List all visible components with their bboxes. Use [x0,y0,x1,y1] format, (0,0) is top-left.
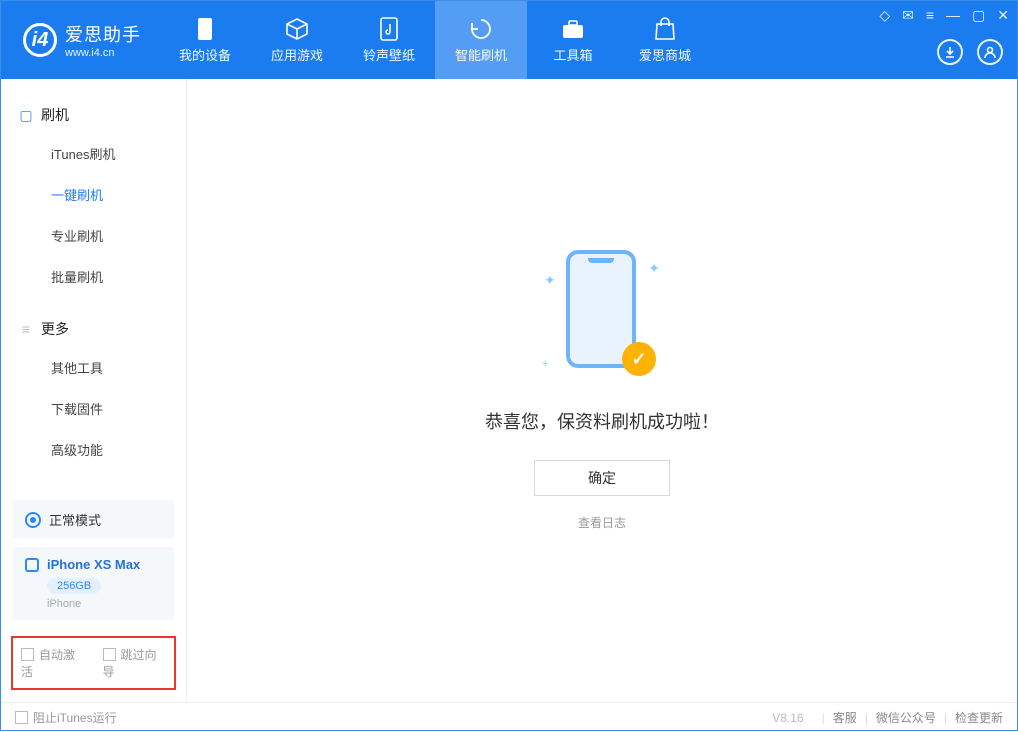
mode-label: 正常模式 [49,510,101,529]
app-title: 爱思助手 [65,21,141,47]
nav-label: 工具箱 [553,45,592,64]
device-icon: ▢ [19,108,33,122]
sparkle-icon: + [542,358,548,370]
app-logo: i4 爱思助手 www.i4.cn [1,1,159,79]
bag-icon [653,17,677,41]
device-mode-box[interactable]: 正常模式 [13,500,174,539]
header-actions [937,39,1003,65]
phone-icon [193,17,217,41]
app-subtitle: www.i4.cn [65,47,141,59]
flash-options-row: 自动激活 跳过向导 [11,636,176,690]
nav-ringtone-wallpaper[interactable]: 铃声壁纸 [343,1,435,79]
group-label: 刷机 [41,105,69,125]
checkbox-auto-activate[interactable]: 自动激活 [21,646,85,680]
refresh-shield-icon [469,17,493,41]
download-button[interactable] [937,39,963,65]
nav-smart-flash[interactable]: 智能刷机 [435,1,527,79]
feedback-icon[interactable]: ✉ [902,7,914,24]
sidebar-item-oneclick-flash[interactable]: 一键刷机 [1,174,186,215]
checkbox-block-itunes[interactable]: 阻止iTunes运行 [15,709,117,726]
status-bar: 阻止iTunes运行 V8.16 | 客服 | 微信公众号 | 检查更新 [1,702,1017,732]
logo-icon: i4 [23,23,57,57]
sidebar-item-advanced[interactable]: 高级功能 [1,429,186,470]
window-controls: ◇ ✉ ≡ — ▢ ✕ [879,7,1009,24]
maximize-button[interactable]: ▢ [972,7,985,24]
sidebar-item-other-tools[interactable]: 其他工具 [1,347,186,388]
checkbox-skip-guide[interactable]: 跳过向导 [103,646,167,680]
device-icon [25,558,39,572]
nav-apps-games[interactable]: 应用游戏 [251,1,343,79]
check-badge-icon: ✓ [622,342,656,376]
device-capacity-badge: 256GB [47,578,101,594]
sidebar-group-flash: ▢ 刷机 [1,97,186,133]
main-content: ✦ ✦ + ✓ 恭喜您，保资料刷机成功啦！ 确定 查看日志 [187,79,1017,702]
minimize-button[interactable]: — [946,7,960,24]
sidebar-item-batch-flash[interactable]: 批量刷机 [1,256,186,297]
group-label: 更多 [41,319,69,339]
list-icon: ≡ [19,322,33,336]
cb-label: 阻止iTunes运行 [33,711,117,725]
toolbox-icon [561,17,585,41]
menu-icon[interactable]: ≡ [926,7,934,24]
view-log-link[interactable]: 查看日志 [578,514,626,531]
checkbox-icon [103,648,116,661]
mode-icon [25,512,41,528]
sidebar-group-more: ≡ 更多 [1,311,186,347]
wechat-link[interactable]: 微信公众号 [876,709,936,726]
sidebar: ▢ 刷机 iTunes刷机 一键刷机 专业刷机 批量刷机 ≡ 更多 其他工具 下… [1,79,187,702]
sidebar-item-pro-flash[interactable]: 专业刷机 [1,215,186,256]
nav-my-device[interactable]: 我的设备 [159,1,251,79]
success-illustration: ✦ ✦ + ✓ [542,250,662,380]
main-nav: 我的设备 应用游戏 铃声壁纸 智能刷机 工具箱 爱思商城 [159,1,711,79]
nav-label: 我的设备 [179,45,231,64]
device-info-box[interactable]: iPhone XS Max 256GB iPhone [13,547,174,620]
skin-icon[interactable]: ◇ [879,7,890,24]
support-link[interactable]: 客服 [833,709,857,726]
sparkle-icon: ✦ [544,272,556,289]
nav-toolbox[interactable]: 工具箱 [527,1,619,79]
account-button[interactable] [977,39,1003,65]
nav-label: 铃声壁纸 [363,45,415,64]
success-message: 恭喜您，保资料刷机成功啦！ [485,408,719,434]
sparkle-icon: ✦ [648,260,660,277]
checkbox-icon [15,711,28,724]
title-bar: i4 爱思助手 www.i4.cn 我的设备 应用游戏 铃声壁纸 智能刷机 工具… [1,1,1017,79]
ok-button[interactable]: 确定 [534,460,670,496]
checkbox-icon [21,648,34,661]
device-type: iPhone [47,598,162,610]
nav-label: 应用游戏 [271,45,323,64]
sidebar-item-download-firmware[interactable]: 下载固件 [1,388,186,429]
nav-label: 智能刷机 [455,45,507,64]
cube-icon [285,17,309,41]
check-update-link[interactable]: 检查更新 [955,709,1003,726]
close-button[interactable]: ✕ [997,7,1009,24]
nav-label: 爱思商城 [639,45,691,64]
music-file-icon [377,17,401,41]
nav-store[interactable]: 爱思商城 [619,1,711,79]
version-label: V8.16 [772,711,803,725]
sidebar-item-itunes-flash[interactable]: iTunes刷机 [1,133,186,174]
device-name: iPhone XS Max [47,557,140,572]
